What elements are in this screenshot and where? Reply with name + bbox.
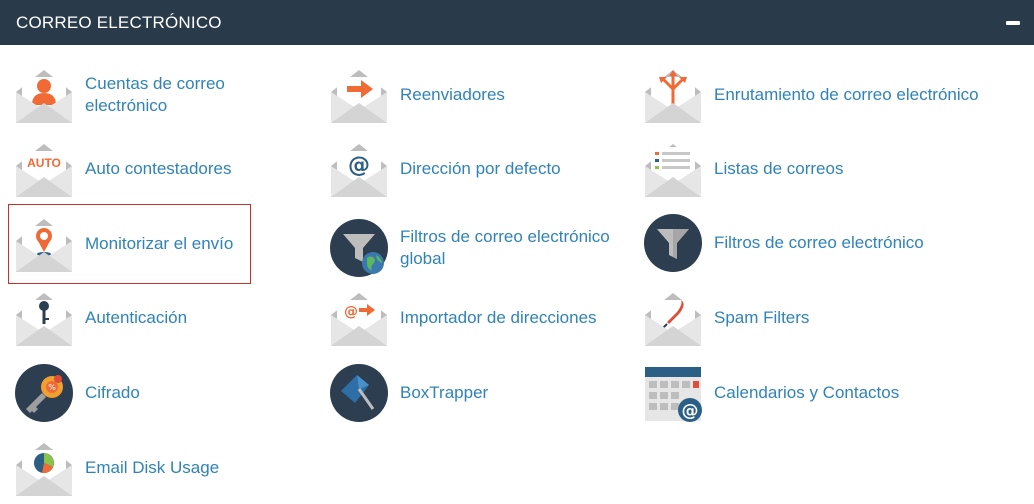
email-filters-link[interactable]: Filtros de correo electrónico <box>638 213 1028 273</box>
forwarders-icon <box>331 70 387 123</box>
email-routing-icon <box>645 70 701 123</box>
spam-filters-icon <box>645 293 701 346</box>
autoresponders-link[interactable]: AUTO Auto contestadores <box>9 139 309 199</box>
encryption-link[interactable]: % Cifrado <box>9 363 309 423</box>
calendars-contacts-label: Calendarios y Contactos <box>714 383 900 402</box>
minus-icon[interactable] <box>1002 12 1024 34</box>
address-importer-label: Importador de direcciones <box>400 308 597 327</box>
mailing-lists-link[interactable]: Listas de correos <box>638 139 1028 199</box>
svg-text:@: @ <box>682 401 699 421</box>
authentication-icon <box>16 293 72 346</box>
global-email-filters-label: Filtros de correo electrónico global <box>400 227 610 268</box>
autoresponders-label: Auto contestadores <box>85 159 232 178</box>
forwarders-label: Reenviadores <box>400 85 505 104</box>
panel-title: CORREO ELECTRÓNICO <box>16 12 222 32</box>
global-email-filters-icon <box>330 219 388 277</box>
email-filters-label: Filtros de correo electrónico <box>714 233 924 252</box>
email-routing-link[interactable]: Enrutamiento de correo electrónico <box>638 65 1028 125</box>
email-accounts-label: Cuentas de correo electrónico <box>85 74 225 115</box>
svg-text:@: @ <box>348 153 370 178</box>
address-importer-icon: @ <box>331 293 387 346</box>
address-importer-link[interactable]: @ Importador de direcciones <box>324 288 634 348</box>
boxtrapper-label: BoxTrapper <box>400 383 489 402</box>
email-accounts-link[interactable]: Cuentas de correo electrónico <box>9 65 309 125</box>
authentication-label: Autenticación <box>85 308 188 327</box>
svg-text:@: @ <box>344 304 358 320</box>
track-delivery-link[interactable]: Monitorizar el envío <box>8 204 251 284</box>
spam-filters-label: Spam Filters <box>714 308 810 327</box>
calendars-contacts-icon: @ <box>645 367 702 422</box>
encryption-icon: % <box>15 364 73 422</box>
spam-filters-link[interactable]: Spam Filters <box>638 288 1028 348</box>
email-disk-usage-icon <box>16 443 72 496</box>
email-filters-icon <box>644 214 702 272</box>
forwarders-link[interactable]: Reenviadores <box>324 65 634 125</box>
boxtrapper-link[interactable]: BoxTrapper <box>324 363 634 423</box>
autoresponders-icon: AUTO <box>16 144 72 197</box>
email-tools-grid: Cuentas de correo electrónico Reenviador… <box>0 45 1034 504</box>
track-delivery-label: Monitorizar el envío <box>85 234 234 253</box>
default-address-label: Dirección por defecto <box>400 159 561 178</box>
boxtrapper-icon <box>330 364 388 422</box>
email-disk-usage-link[interactable]: Email Disk Usage <box>9 438 309 498</box>
panel-header[interactable]: CORREO ELECTRÓNICO <box>0 0 1034 45</box>
svg-text:%: % <box>48 383 56 392</box>
calendars-contacts-link[interactable]: @ Calendarios y Contactos <box>638 363 1028 423</box>
encryption-label: Cifrado <box>85 383 140 402</box>
email-accounts-icon <box>16 70 72 123</box>
mailing-lists-label: Listas de correos <box>714 159 844 178</box>
authentication-link[interactable]: Autenticación <box>9 288 309 348</box>
email-routing-label: Enrutamiento de correo electrónico <box>714 85 979 104</box>
global-email-filters-link[interactable]: Filtros de correo electrónico global <box>324 218 634 278</box>
default-address-link[interactable]: @ Dirección por defecto <box>324 139 634 199</box>
email-panel: CORREO ELECTRÓNICO Cuentas de correo ele… <box>0 0 1034 504</box>
default-address-icon: @ <box>331 144 387 197</box>
svg-text:AUTO: AUTO <box>27 156 61 170</box>
track-delivery-icon <box>16 219 72 272</box>
email-disk-usage-label: Email Disk Usage <box>85 458 220 477</box>
mailing-lists-icon <box>645 144 701 197</box>
